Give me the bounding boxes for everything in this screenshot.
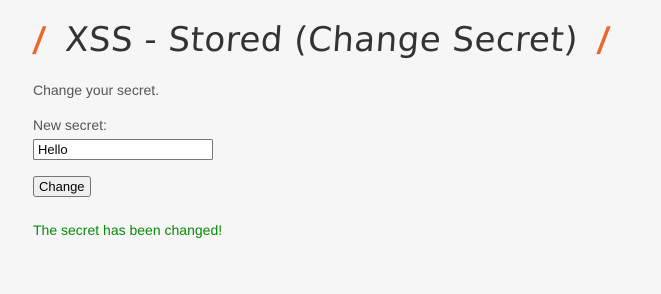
title-text: XSS - Stored (Change Secret) bbox=[63, 20, 580, 60]
status-message: The secret has been changed! bbox=[33, 222, 223, 238]
page-title: / XSS - Stored (Change Secret) / bbox=[31, 14, 612, 66]
secret-label: New secret: bbox=[33, 117, 107, 133]
intro-text: Change your secret. bbox=[33, 82, 160, 98]
change-button[interactable]: Change bbox=[33, 176, 91, 197]
title-slash-right: / bbox=[595, 20, 612, 60]
title-slash-left: / bbox=[31, 20, 48, 60]
page: / XSS - Stored (Change Secret) / Change … bbox=[0, 0, 661, 294]
secret-input[interactable] bbox=[33, 139, 213, 160]
